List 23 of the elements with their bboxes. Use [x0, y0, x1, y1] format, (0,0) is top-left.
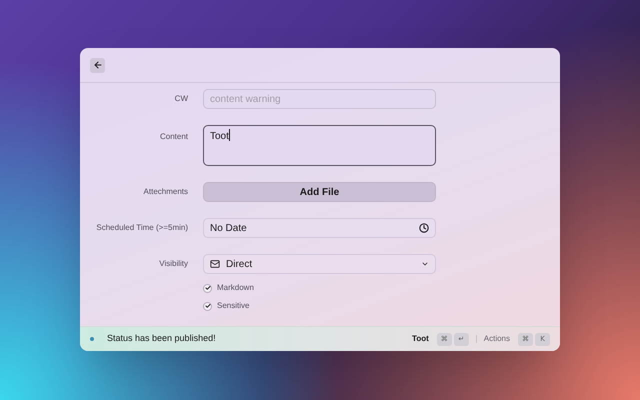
visibility-select[interactable]: Direct: [203, 254, 436, 274]
back-arrow-icon: [92, 60, 102, 70]
field-label: CW: [174, 93, 188, 105]
add-file-button[interactable]: Add File: [203, 182, 436, 202]
field-label: Scheduled Time (>=5min): [95, 222, 188, 234]
checkbox-label: Sensitive: [217, 300, 250, 312]
visibility-value: Direct: [226, 258, 252, 272]
checkbox[interactable]: [203, 284, 212, 292]
date-field[interactable]: No Date: [203, 218, 436, 238]
cw-field[interactable]: content warning: [203, 89, 436, 109]
field-label: Attechments: [142, 186, 188, 198]
chevron-icon: [421, 260, 429, 268]
field-label: Visibility: [158, 258, 188, 270]
clock-icon: [419, 223, 429, 233]
status-message: Status has been published!: [107, 332, 216, 346]
checkbox[interactable]: [203, 302, 212, 310]
content-field[interactable]: Toot: [203, 125, 436, 166]
toot-button[interactable]: Toot: [412, 333, 429, 345]
back-button[interactable]: [90, 58, 105, 72]
envelope-icon: [210, 259, 220, 269]
actions-button[interactable]: Actions: [484, 333, 510, 345]
field-label: Content: [158, 131, 188, 143]
checkbox-label: Markdown: [217, 282, 254, 294]
